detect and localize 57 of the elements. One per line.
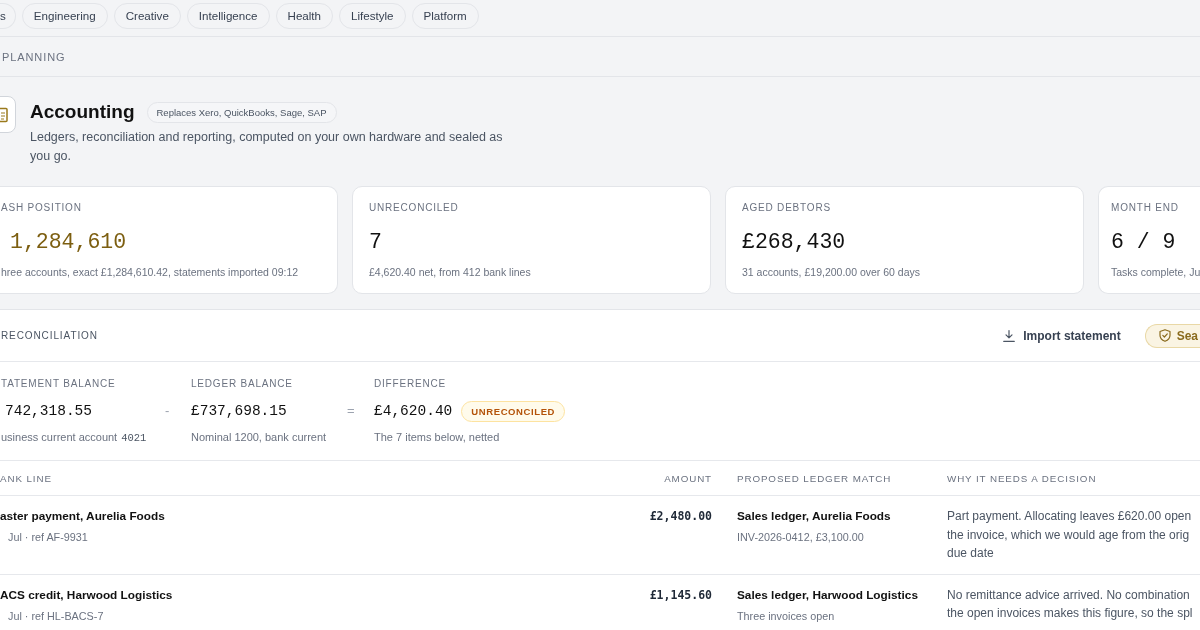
decision-reason: Part payment. Allocating leaves £620.00 open the invoice, which we would age from the orig due date	[947, 508, 1192, 562]
balance-label: LEDGER BALANCE	[191, 377, 293, 391]
balance-note: The 7 items below, netted	[374, 430, 500, 445]
bank-line-title: aster payment, Aurelia Foods	[0, 508, 165, 525]
column-header: PROPOSED LEDGER MATCH	[737, 472, 892, 484]
import-statement-button[interactable]: Import statement	[1003, 328, 1121, 343]
balance-note: usiness current account	[1, 430, 118, 445]
bank-line-title: ACS credit, Harwood Logistics	[0, 586, 173, 604]
status-badge: UNRECONCILED	[461, 400, 566, 422]
app-description: Ledgers, reconciliation and reporting, computed on your own hardware and sealed as you go.	[30, 129, 504, 165]
operator-sign: -	[165, 403, 170, 418]
app-title: Accounting	[30, 101, 135, 123]
match-title: Sales ledger, Harwood Logistics	[737, 586, 918, 604]
replaces-tag: Replaces Xero, QuickBooks, Sage, SAP	[146, 101, 337, 123]
stat-note: 31 accounts, £19,200.00 over 60 days	[742, 265, 921, 280]
balance-label: DIFFERENCE	[374, 377, 446, 391]
stat-value: £268,430	[742, 229, 846, 256]
match-detail: Three invoices open	[737, 608, 835, 624]
category-tab[interactable]: s	[0, 3, 16, 29]
category-tab[interactable]: Lifestyle	[339, 3, 406, 29]
category-tab[interactable]: Intelligence	[186, 3, 270, 29]
stat-label: AGED DEBTORS	[742, 201, 831, 215]
column-header: AMOUNT	[664, 472, 712, 484]
stat-value: 7	[369, 229, 382, 256]
column-header: WHY IT NEEDS A DECISION	[947, 472, 1097, 484]
match-detail: INV-2026-0412, £3,100.00	[737, 530, 864, 545]
category-tab[interactable]: Health	[275, 3, 334, 29]
stat-note: hree accounts, exact £1,284,610.42, statements imported 09:12	[1, 265, 299, 280]
stat-note: Tasks complete, Ju	[1111, 265, 1200, 280]
stat-value: 1,284,610	[9, 229, 127, 256]
balance-value: 742,318.55	[4, 402, 92, 421]
stat-label: ASH POSITION	[1, 201, 82, 215]
account-code: 4021	[121, 431, 147, 446]
shield-check-icon	[1158, 329, 1171, 342]
section-label: PLANNING	[1, 50, 66, 63]
download-icon	[1003, 329, 1016, 342]
stat-label: MONTH END	[1111, 201, 1179, 215]
stat-label: UNRECONCILED	[369, 201, 459, 215]
bank-line-meta: Jul · ref HL-BACS-7	[7, 608, 104, 624]
balance-label: TATEMENT BALANCE	[1, 377, 116, 391]
category-tab[interactable]: Platform	[411, 3, 479, 29]
amount-value: £1,145.60	[649, 586, 712, 604]
operator-sign: =	[347, 403, 355, 418]
panel-title: RECONCILIATION	[0, 330, 98, 341]
category-tab[interactable]: Creative	[113, 3, 181, 29]
amount-value: £2,480.00	[649, 508, 712, 525]
category-tab[interactable]: Engineering	[21, 3, 108, 29]
stat-note: £4,620.40 net, from 412 bank lines	[369, 265, 531, 280]
stat-value: 6 / 9	[1111, 229, 1176, 256]
balance-value: £4,620.40	[374, 402, 453, 421]
bank-line-meta: Jul · ref AF-9931	[7, 530, 88, 545]
balance-note: Nominal 1200, bank current	[191, 430, 327, 445]
decision-reason: No remittance advice arrived. No combination the open invoices makes this figure, so the spl	[947, 586, 1193, 622]
seal-button[interactable]: Sea	[1144, 323, 1200, 348]
column-header: ANK LINE	[0, 472, 52, 484]
match-title: Sales ledger, Aurelia Foods	[737, 508, 891, 525]
balance-value: £737,698.15	[191, 402, 287, 421]
